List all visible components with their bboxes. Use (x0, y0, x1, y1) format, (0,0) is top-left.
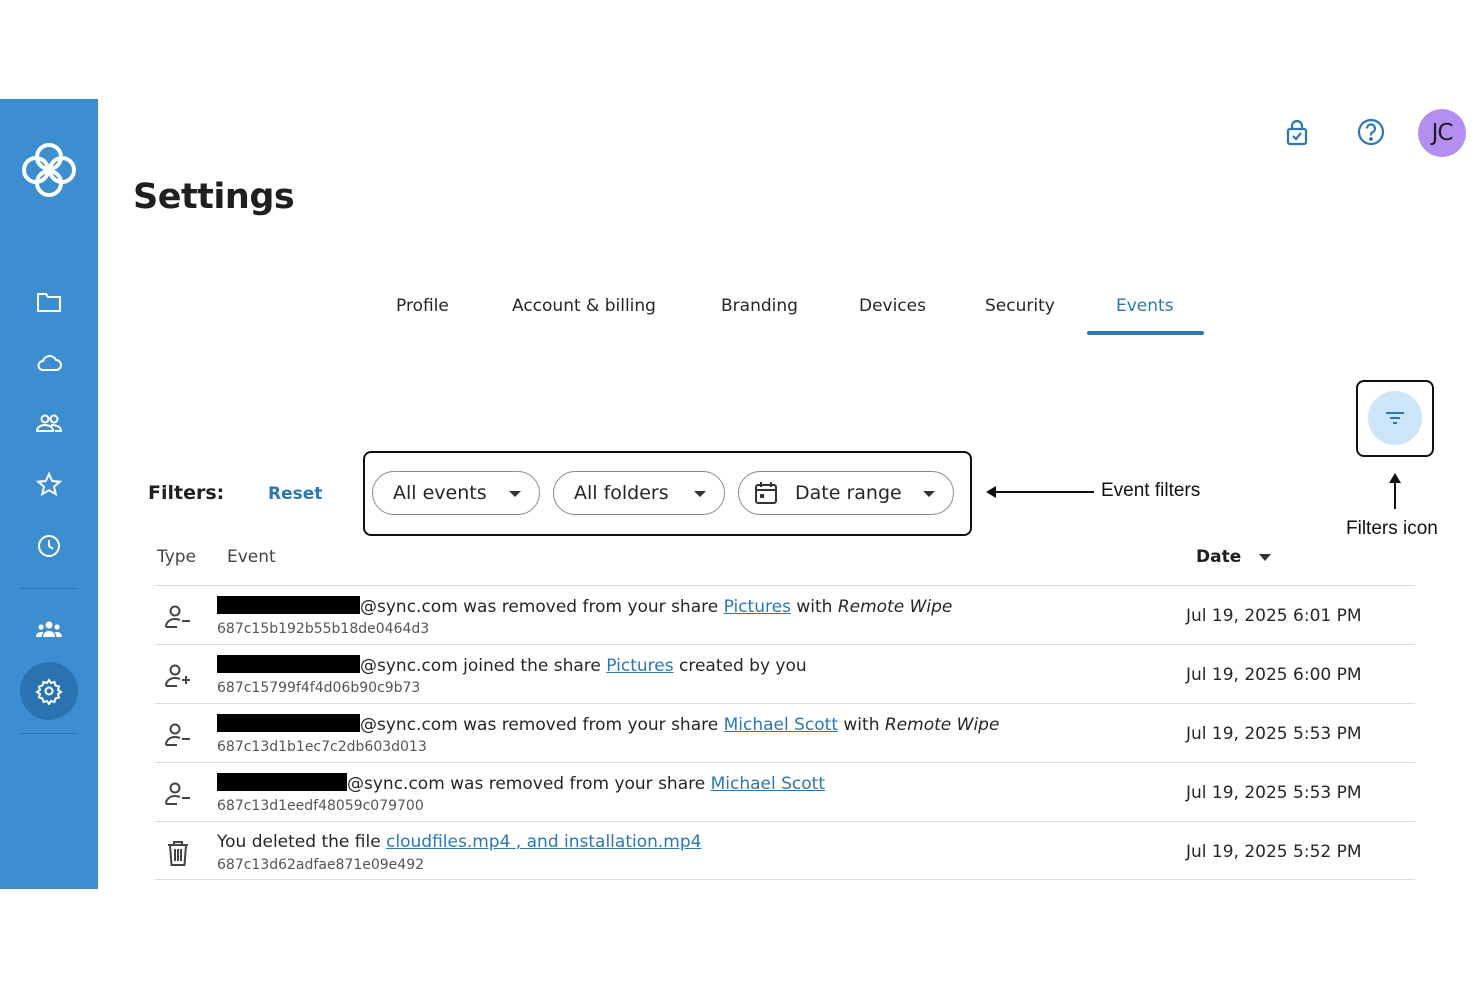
reset-filters-link[interactable]: Reset (268, 484, 322, 504)
table-row[interactable]: @sync.com joined the share Pictures crea… (155, 645, 1415, 704)
tab-security[interactable]: Security (985, 296, 1055, 316)
column-header-date[interactable]: Date (1196, 547, 1241, 567)
annotation-arrow-left (986, 486, 1094, 498)
sort-descending-icon[interactable] (1259, 554, 1271, 561)
event-date: Jul 19, 2025 5:53 PM (1186, 724, 1362, 744)
tab-devices[interactable]: Devices (859, 296, 926, 316)
star-icon[interactable] (29, 465, 69, 505)
table-row[interactable]: @sync.com was removed from your share Pi… (155, 586, 1415, 645)
user-avatar[interactable]: JC (1418, 109, 1466, 157)
event-description: @sync.com was removed from your share Mi… (217, 714, 999, 735)
page-title: Settings (133, 177, 295, 217)
person-remove-icon (163, 602, 193, 632)
event-date: Jul 19, 2025 6:00 PM (1186, 665, 1362, 685)
filter-list-icon[interactable] (1368, 391, 1422, 445)
sidebar-divider (20, 588, 78, 589)
date-range-value: Date range (795, 482, 902, 504)
event-description: @sync.com joined the share Pictures crea… (217, 655, 807, 676)
calendar-icon (753, 480, 779, 506)
event-id: 687c13d62adfae871e09e492 (217, 857, 425, 873)
event-date: Jul 19, 2025 5:53 PM (1186, 783, 1362, 803)
annotation-arrow-up (1389, 473, 1401, 509)
sidebar (0, 99, 98, 889)
annotation-event-filters: Event filters (1101, 480, 1201, 501)
table-row[interactable]: You deleted the file cloudfiles.mp4 , an… (155, 822, 1415, 881)
clock-icon[interactable] (29, 526, 69, 566)
chevron-down-icon (923, 491, 935, 497)
files-folder-icon[interactable] (29, 282, 69, 322)
table-row[interactable]: @sync.com was removed from your share Mi… (155, 704, 1415, 763)
person-add-icon (163, 661, 193, 691)
sync-logo-icon[interactable] (18, 139, 80, 201)
active-tab-indicator (1087, 331, 1204, 335)
vault-lock-icon[interactable] (1280, 115, 1314, 149)
person-remove-icon (163, 720, 193, 750)
tab-profile[interactable]: Profile (396, 296, 449, 316)
event-description: @sync.com was removed from your share Pi… (217, 596, 952, 617)
share-link[interactable]: Michael Scott (711, 774, 825, 794)
redacted-username (217, 714, 360, 732)
share-link[interactable]: Pictures (724, 597, 791, 617)
folder-value: All folders (574, 482, 669, 504)
sidebar-divider (20, 733, 78, 734)
share-link[interactable]: Michael Scott (724, 715, 838, 735)
table-row[interactable]: @sync.com was removed from your share Mi… (155, 763, 1415, 822)
cloud-icon[interactable] (29, 343, 69, 383)
event-id: 687c13d1b1ec7c2db603d013 (217, 739, 427, 755)
shared-users-icon[interactable] (29, 404, 69, 444)
tab-branding[interactable]: Branding (721, 296, 798, 316)
tab-events[interactable]: Events (1116, 296, 1174, 316)
event-type-dropdown[interactable]: All events (372, 471, 540, 515)
event-id: 687c13d1eedf48059c079700 (217, 798, 424, 814)
date-range-dropdown[interactable]: Date range (738, 471, 954, 515)
help-icon[interactable] (1354, 115, 1388, 149)
team-users-icon[interactable] (29, 610, 69, 650)
event-id: 687c15799f4f4d06b90c9b73 (217, 680, 421, 696)
redacted-username (217, 596, 360, 614)
tab-account-billing[interactable]: Account & billing (512, 296, 656, 316)
redacted-username (217, 773, 347, 791)
annotation-filters-icon: Filters icon (1346, 518, 1438, 539)
app-frame: JC Settings Profile Account & billing Br… (0, 99, 1480, 889)
filters-label: Filters: (148, 482, 225, 504)
event-date: Jul 19, 2025 5:52 PM (1186, 842, 1362, 862)
settings-gear-icon[interactable] (20, 662, 78, 720)
chevron-down-icon (694, 491, 706, 497)
event-date: Jul 19, 2025 6:01 PM (1186, 606, 1362, 626)
event-type-value: All events (393, 482, 487, 504)
file-link[interactable]: cloudfiles.mp4 , and installation.mp4 (386, 832, 701, 852)
column-header-type: Type (157, 547, 197, 567)
chevron-down-icon (509, 491, 521, 497)
column-header-event: Event (227, 547, 276, 567)
event-description: @sync.com was removed from your share Mi… (217, 773, 825, 794)
row-divider (155, 879, 1415, 880)
share-link[interactable]: Pictures (606, 656, 673, 676)
event-id: 687c15b192b55b18de0464d3 (217, 621, 430, 637)
folder-dropdown[interactable]: All folders (553, 471, 725, 515)
event-description: You deleted the file cloudfiles.mp4 , an… (217, 832, 702, 852)
trash-icon (163, 838, 193, 868)
redacted-username (217, 655, 360, 673)
person-remove-icon (163, 779, 193, 809)
